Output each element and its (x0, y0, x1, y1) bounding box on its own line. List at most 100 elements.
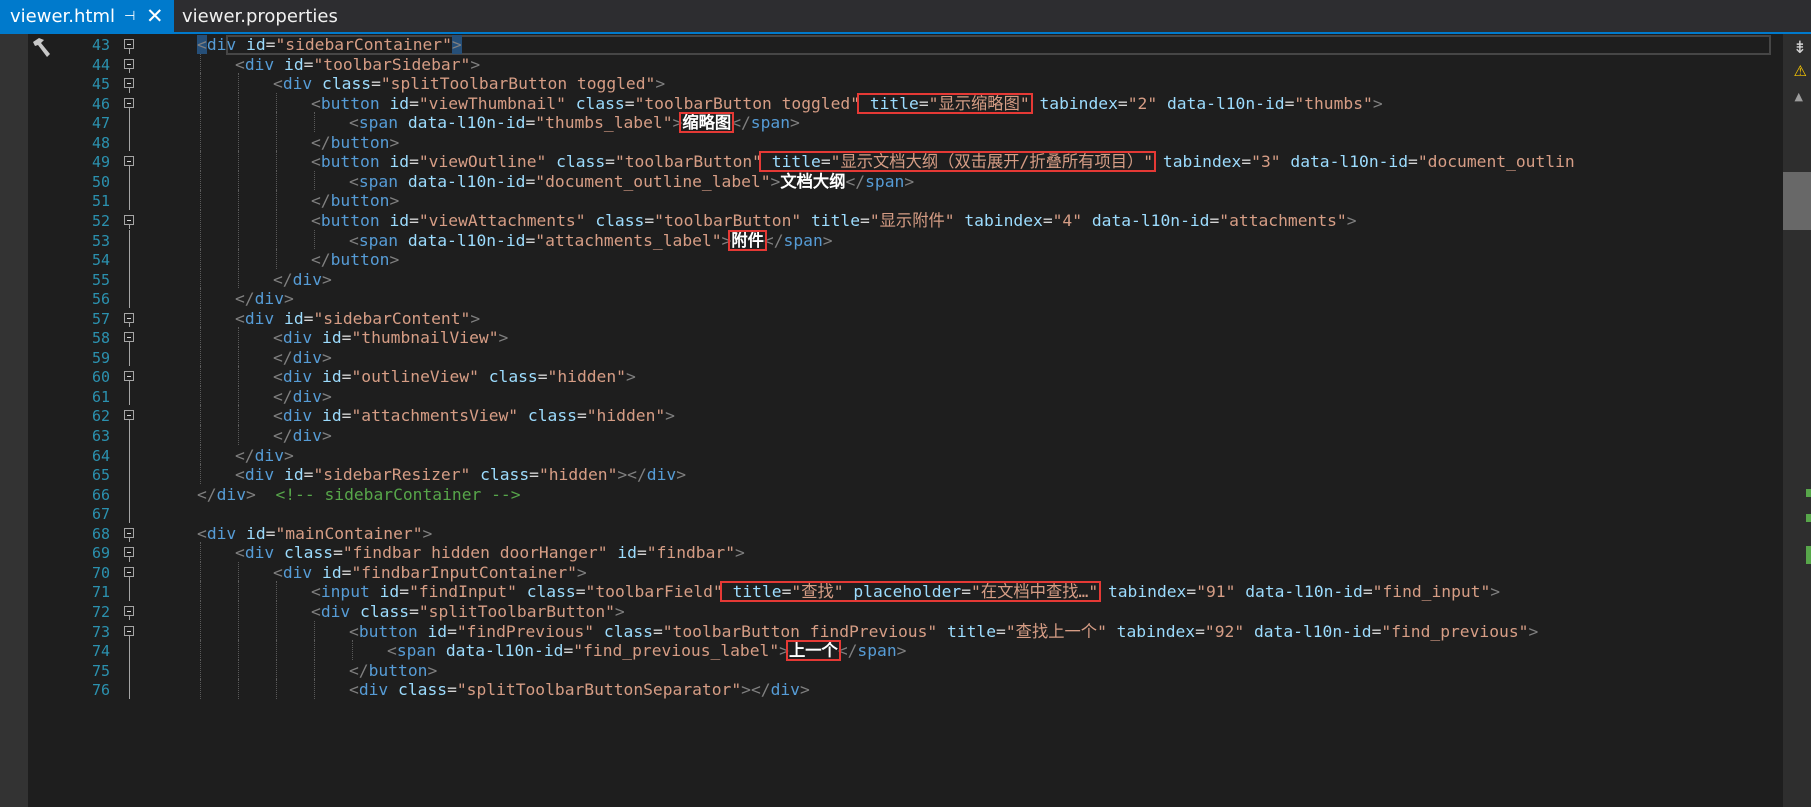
code-token: > (322, 269, 332, 289)
scroll-up-icon[interactable]: ▲ (1795, 90, 1803, 103)
code-token: > (389, 132, 400, 152)
tab-viewer-properties[interactable]: viewer.properties (174, 0, 364, 32)
code-token: = (409, 210, 419, 230)
code-token: div (770, 680, 800, 700)
vertical-scrollbar[interactable]: ⇟ ⚠ ▲ (1783, 34, 1811, 807)
indent-guide (238, 268, 239, 289)
code-token: = (333, 543, 343, 563)
indent-guide (238, 659, 239, 680)
fold-toggle-icon[interactable] (124, 410, 134, 421)
fold-toggle-icon[interactable] (124, 156, 134, 167)
code-token: > (246, 484, 256, 504)
code-token: class (585, 210, 645, 230)
code-token: "查找上一个" (1005, 621, 1107, 641)
code-token: tabindex (1106, 621, 1196, 641)
code-token: < (311, 152, 321, 172)
indent-guide (200, 600, 201, 621)
code-token: = (341, 562, 352, 582)
indent-guide (276, 620, 277, 641)
code-token: = (605, 152, 615, 172)
indent-guide (200, 679, 201, 699)
code-token: "3" (1251, 152, 1281, 172)
code-token: = (409, 601, 419, 621)
pin-icon[interactable]: ⊣ (124, 9, 135, 24)
code-token: </ (311, 132, 331, 152)
code-token: </ (235, 289, 255, 309)
scroll-thumb[interactable] (1783, 172, 1811, 230)
code-token: id (379, 93, 410, 113)
code-token: = (525, 113, 536, 133)
code-token: div (292, 269, 323, 289)
indent-guide (200, 73, 201, 93)
code-token: button (330, 132, 390, 152)
code-token: id (236, 523, 266, 543)
code-token: < (273, 367, 283, 387)
indent-guide (200, 385, 201, 406)
code-token: > (498, 328, 509, 348)
code-editor[interactable]: 43 <div id="sidebarContainer"> 44 <div id="… (0, 34, 1811, 807)
code-token: button (320, 93, 380, 113)
code-token: "document_outlin (1417, 152, 1575, 172)
code-token: div (244, 543, 275, 563)
code-token: = (1042, 210, 1053, 230)
code-token: id (312, 328, 342, 348)
code-token: < (311, 582, 321, 602)
warning-icon[interactable]: ⚠ (1794, 62, 1807, 80)
code-token: </ (349, 660, 369, 680)
code-line[interactable]: 76 <div class="splitToolbarButtonSeparato… (0, 679, 1780, 702)
code-token: < (349, 230, 359, 250)
code-token: </ (273, 426, 293, 445)
code-token: > (822, 230, 833, 250)
annotation-box (679, 112, 735, 134)
indent-guide (238, 209, 239, 230)
fold-toggle-icon[interactable] (124, 332, 134, 343)
fold-toggle-icon[interactable] (124, 566, 134, 577)
code-token: data-l10n-id (398, 230, 526, 250)
fold-toggle-icon[interactable] (124, 371, 134, 382)
code-token: = (537, 367, 548, 387)
indent-guide (200, 581, 201, 601)
fold-toggle-icon[interactable] (124, 625, 134, 636)
close-icon[interactable]: ✕ (146, 4, 164, 28)
code-token: "hidden" (538, 465, 618, 485)
code-token: div (244, 465, 275, 485)
code-token: div (282, 406, 313, 426)
indent-guide (200, 640, 201, 660)
code-token: "mainContainer" (275, 523, 423, 543)
code-token: > (896, 641, 907, 661)
annotation-box (857, 92, 1033, 114)
code-token: = (576, 406, 587, 426)
code-token: id (379, 210, 410, 230)
fold-toggle-icon[interactable] (124, 312, 134, 323)
indent-guide (276, 131, 277, 152)
code-token: "findInput" (409, 582, 517, 602)
indent-guide (238, 385, 239, 406)
code-token: class (546, 152, 606, 172)
code-token: data-l10n-id (1082, 210, 1210, 230)
indent-guide (238, 229, 239, 250)
code-token: "sidebarResizer" (313, 465, 471, 485)
code-token: < (235, 543, 245, 563)
code-token: tabindex (1098, 582, 1187, 602)
fold-toggle-icon[interactable] (124, 97, 134, 108)
fold-toggle-icon[interactable] (124, 78, 134, 89)
code-token: = (1284, 93, 1295, 113)
indent-guide (314, 679, 315, 699)
code-token: > (735, 543, 745, 563)
fold-toggle-icon[interactable] (124, 527, 134, 538)
indent-guide (238, 170, 239, 191)
indent-guide (200, 209, 201, 230)
fold-toggle-icon[interactable] (124, 605, 134, 616)
code-token: = (341, 328, 352, 348)
fold-toggle-icon[interactable] (124, 547, 134, 558)
tab-viewer-html[interactable]: viewer.html ⊣ ✕ (0, 0, 174, 32)
code-token: div (282, 367, 313, 387)
fold-toggle-icon[interactable] (124, 39, 134, 49)
code-token: class (516, 582, 576, 602)
fold-toggle-icon[interactable] (124, 58, 134, 69)
split-editor-icon[interactable]: ⇟ (1793, 38, 1807, 58)
code-token: "findbar" (646, 543, 736, 563)
code-token: div (292, 386, 323, 406)
indent-guide (200, 620, 201, 641)
fold-toggle-icon[interactable] (124, 214, 134, 225)
